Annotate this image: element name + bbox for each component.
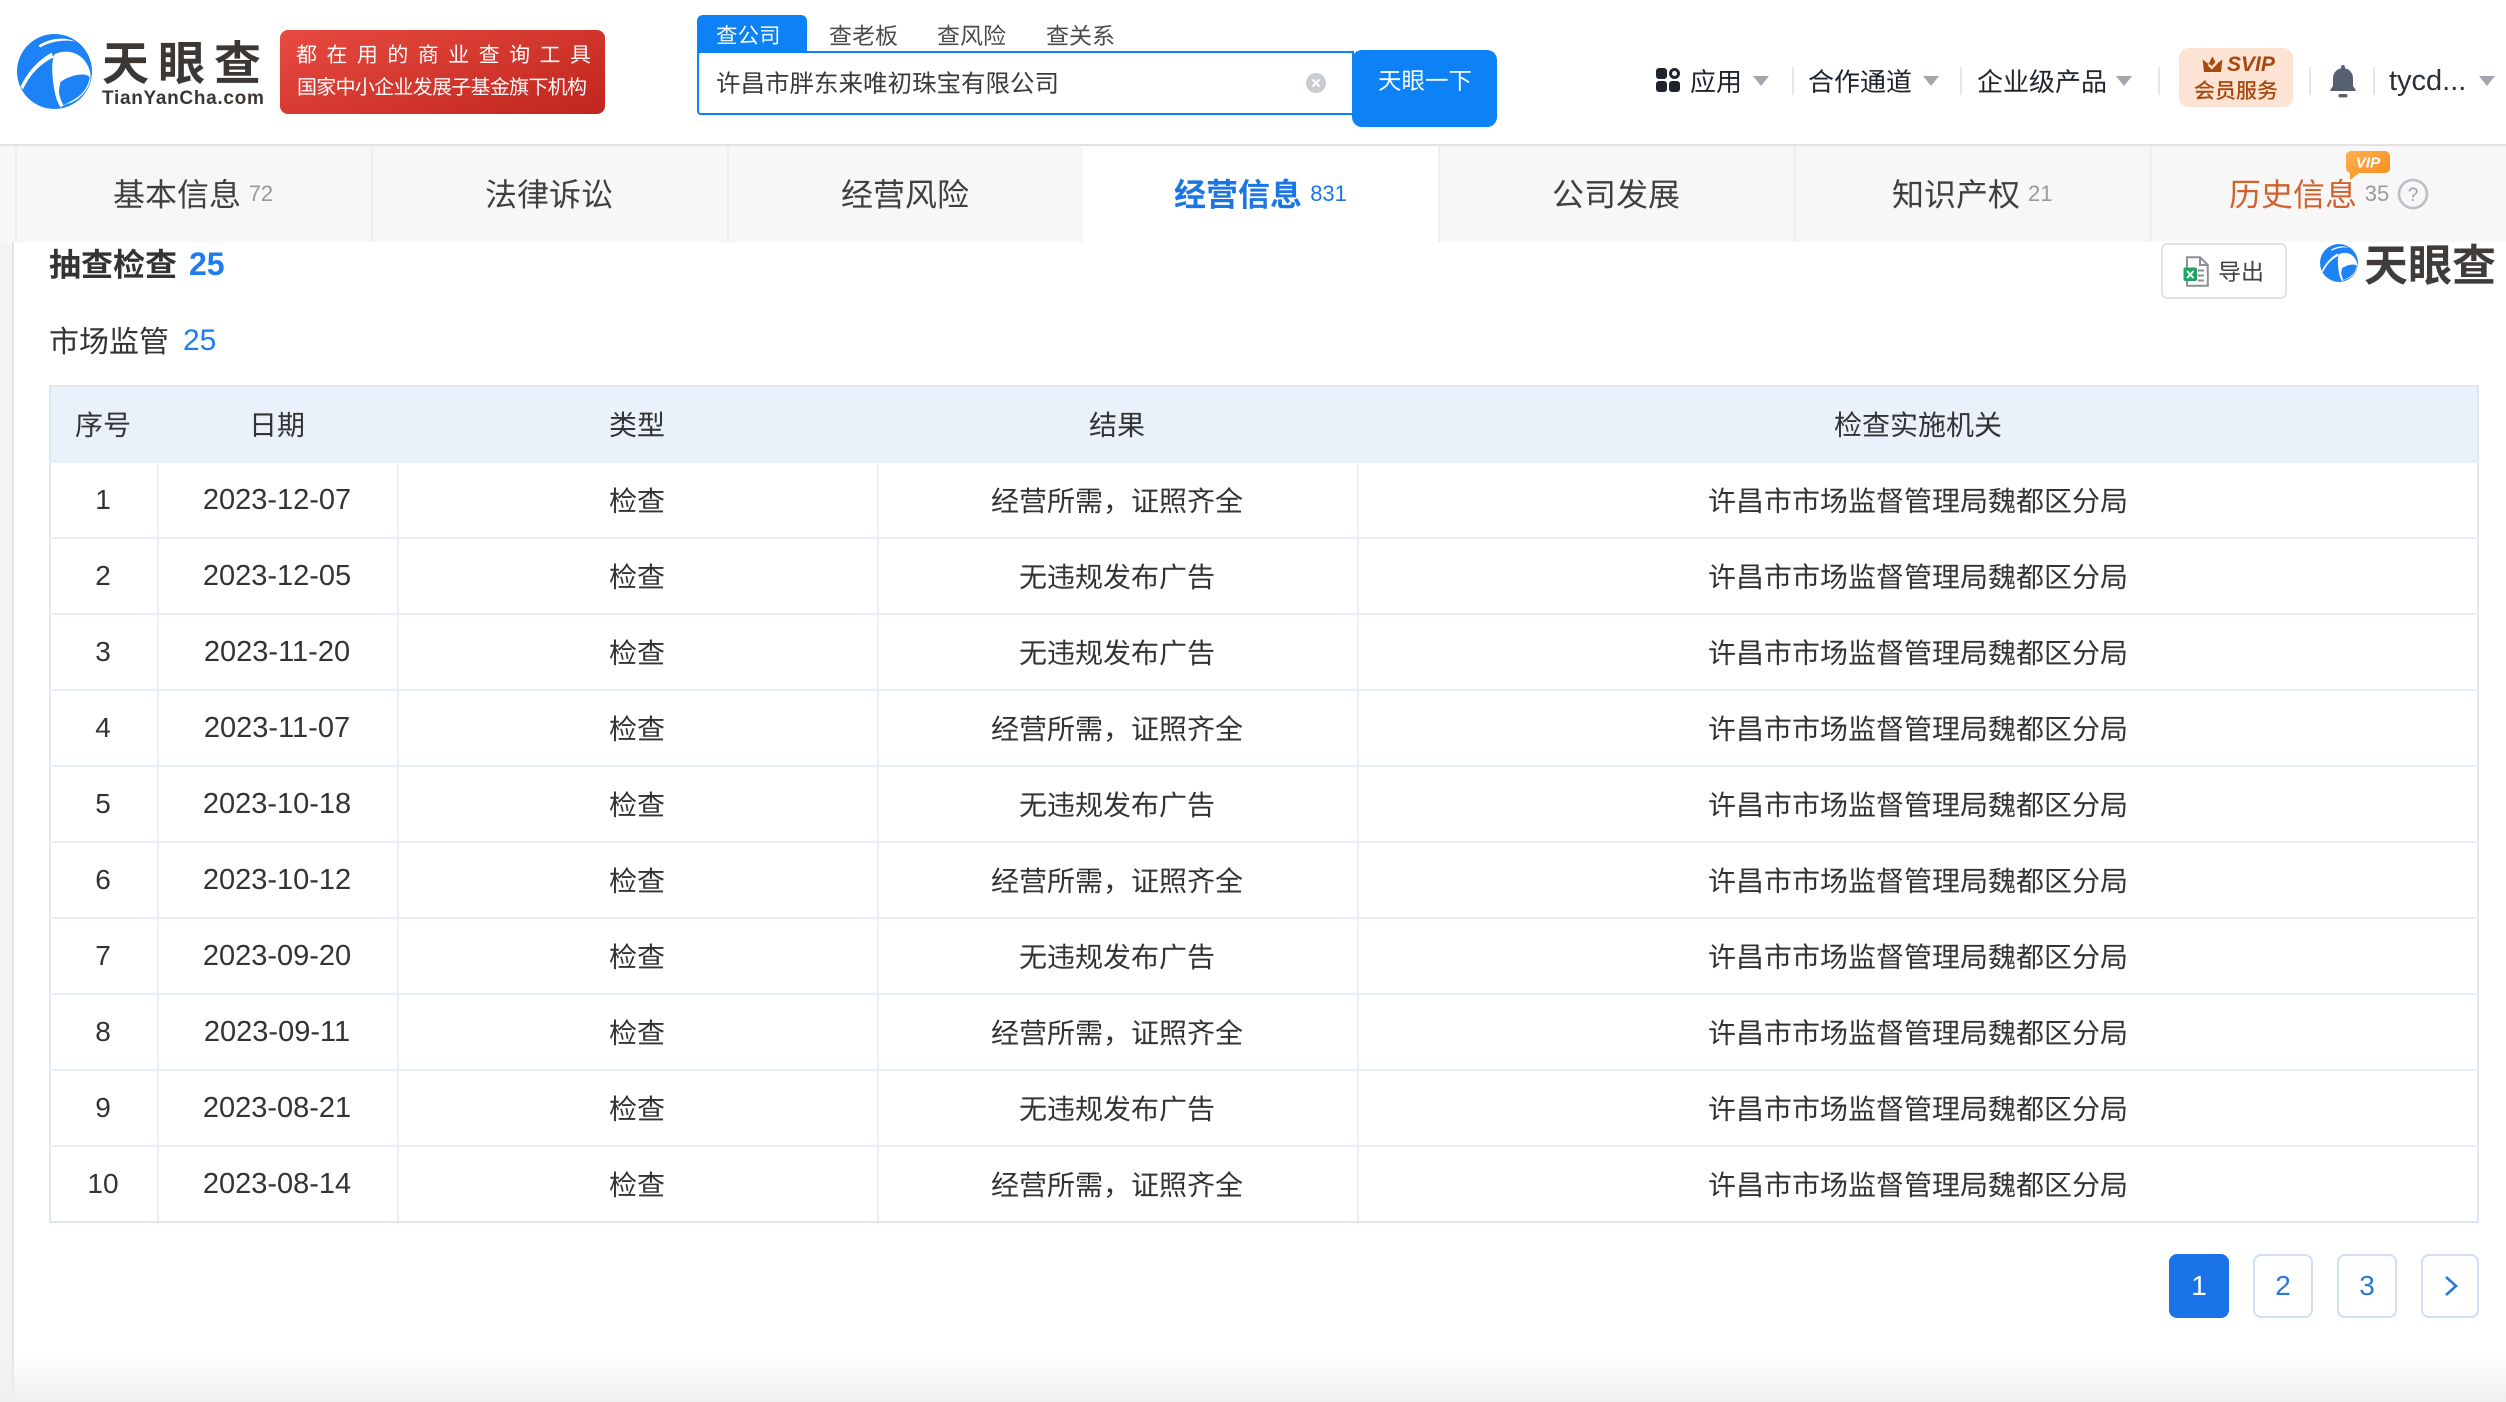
svg-text:?: ? bbox=[2408, 185, 2419, 206]
svg-text:VIP: VIP bbox=[2356, 155, 2381, 172]
